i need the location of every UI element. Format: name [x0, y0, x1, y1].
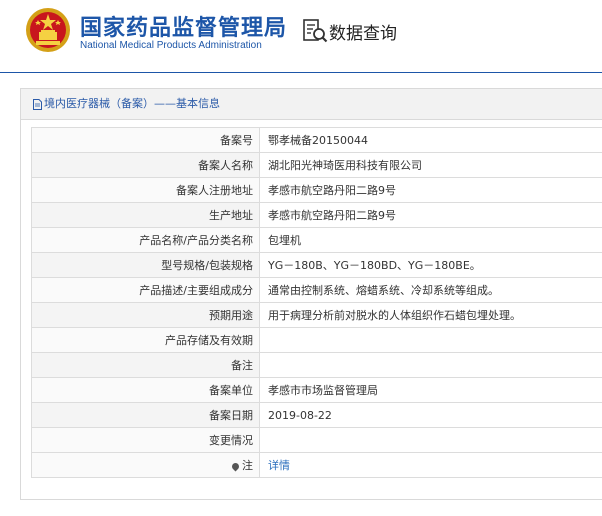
field-label: 预期用途	[31, 302, 260, 328]
site-header: 国家药品监督管理局 National Medical Products Admi…	[0, 0, 602, 70]
field-label: 备案单位	[31, 377, 260, 403]
table-row: 产品描述/主要组成成分 通常由控制系统、熔蜡系统、冷却系统等组成。	[31, 277, 602, 303]
breadcrumb: 境内医疗器械（备案）——基本信息	[21, 89, 602, 120]
pin-icon	[230, 461, 241, 471]
document-icon	[33, 98, 42, 110]
field-value: 孝感市市场监督管理局	[259, 377, 602, 403]
field-value: 包埋机	[259, 227, 602, 253]
national-emblem-icon	[26, 8, 70, 52]
table-row: 备案人注册地址 孝感市航空路丹阳二路9号	[31, 177, 602, 203]
table-row: 产品存储及有效期	[31, 327, 602, 353]
table-row: 生产地址 孝感市航空路丹阳二路9号	[31, 202, 602, 228]
details-link[interactable]: 详情	[268, 459, 290, 472]
field-value: 湖北阳光神琦医用科技有限公司	[259, 152, 602, 178]
header-divider	[0, 72, 602, 73]
note-label: 注	[242, 459, 253, 472]
note-label-cell: 注	[31, 452, 260, 478]
table-row: 型号规格/包装规格 YG－180B、YG－180BD、YG－180BE。	[31, 252, 602, 278]
data-query-link[interactable]: 数据查询	[329, 19, 397, 44]
field-value: 通常由控制系统、熔蜡系统、冷却系统等组成。	[259, 277, 602, 303]
field-label: 产品存储及有效期	[31, 327, 260, 353]
field-label: 备案日期	[31, 402, 260, 428]
table-row: 备案日期 2019-08-22	[31, 402, 602, 428]
table-row: 备注	[31, 352, 602, 378]
table-row: 备案人名称 湖北阳光神琦医用科技有限公司	[31, 152, 602, 178]
field-label: 生产地址	[31, 202, 260, 228]
table-row: 预期用途 用于病理分析前对脱水的人体组织作石蜡包埋处理。	[31, 302, 602, 328]
field-label: 产品名称/产品分类名称	[31, 227, 260, 253]
field-label: 变更情况	[31, 427, 260, 453]
field-label: 备案人注册地址	[31, 177, 260, 203]
field-value: 2019-08-22	[259, 402, 602, 428]
field-label: 备案号	[31, 127, 260, 153]
field-value: 孝感市航空路丹阳二路9号	[259, 177, 602, 203]
table-row: 产品名称/产品分类名称 包埋机	[31, 227, 602, 253]
data-query-icon[interactable]	[302, 18, 328, 44]
table-row: 变更情况	[31, 427, 602, 453]
detail-panel: 境内医疗器械（备案）——基本信息 备案号 鄂孝械备20150044 备案人名称 湖北阳…	[20, 88, 602, 500]
field-label: 型号规格/包装规格	[31, 252, 260, 278]
table-row: 注 详情	[31, 452, 602, 478]
table-row: 备案单位 孝感市市场监督管理局	[31, 377, 602, 403]
field-value: 鄂孝械备20150044	[259, 127, 602, 153]
field-value: YG－180B、YG－180BD、YG－180BE。	[259, 252, 602, 278]
field-label: 备注	[31, 352, 260, 378]
field-value: 用于病理分析前对脱水的人体组织作石蜡包埋处理。	[259, 302, 602, 328]
agency-name-en: National Medical Products Administration	[80, 40, 262, 51]
table-row: 备案号 鄂孝械备20150044	[31, 127, 602, 153]
field-label: 产品描述/主要组成成分	[31, 277, 260, 303]
field-value	[259, 352, 602, 378]
record-table: 备案号 鄂孝械备20150044 备案人名称 湖北阳光神琦医用科技有限公司 备案人注册地…	[31, 127, 602, 478]
field-value	[259, 327, 602, 353]
agency-name-cn: 国家药品监督管理局	[80, 16, 288, 41]
note-value-cell: 详情	[259, 452, 602, 478]
field-value	[259, 427, 602, 453]
breadcrumb-text: 境内医疗器械（备案）——基本信息	[44, 97, 220, 110]
field-label: 备案人名称	[31, 152, 260, 178]
field-value: 孝感市航空路丹阳二路9号	[259, 202, 602, 228]
